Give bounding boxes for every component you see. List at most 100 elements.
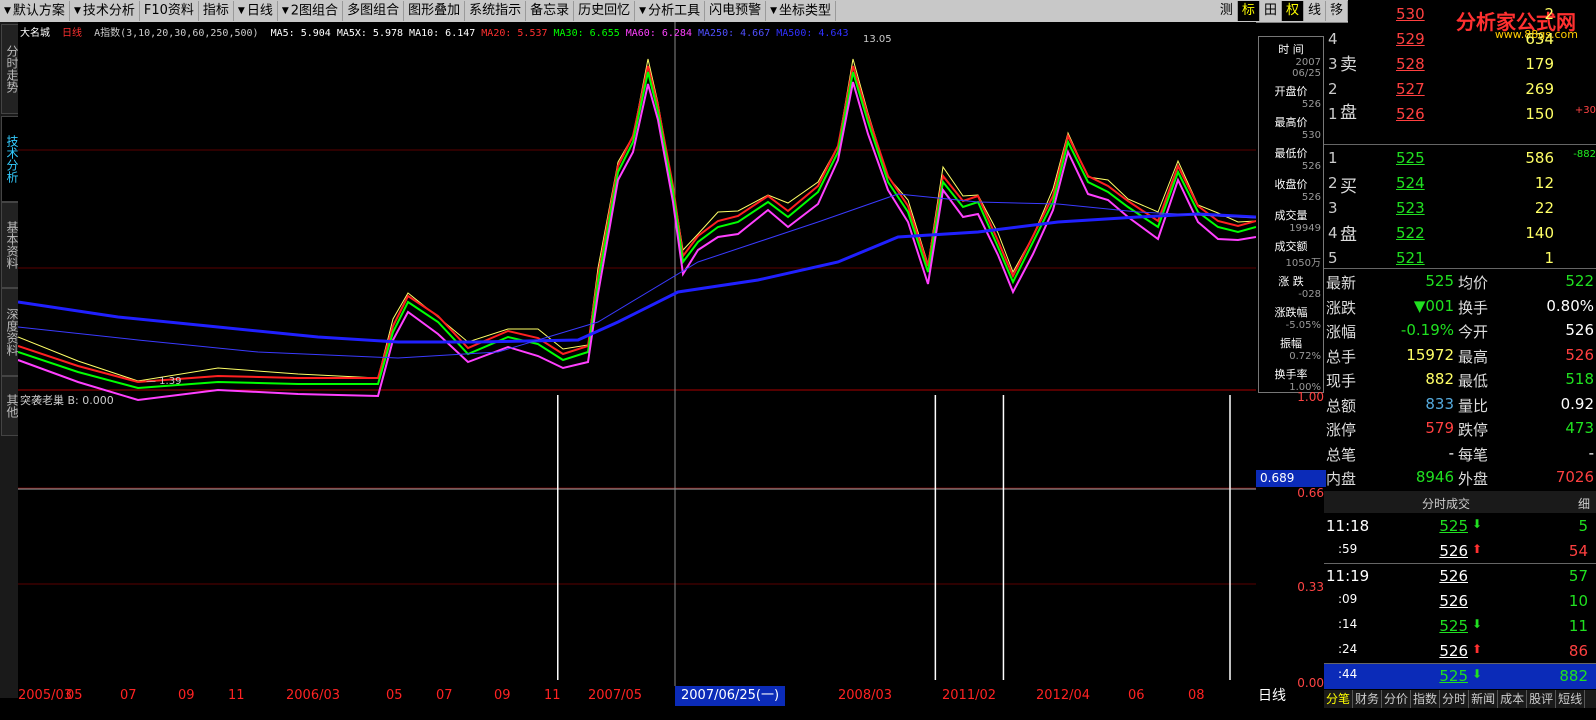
info-value: -5.05% [1285, 320, 1321, 331]
stat-label: 涨幅 [1326, 323, 1357, 341]
info-box: 时 间 2007 06/25 开盘价 526 最高价 530 最低价 526 收盘价 526 成交量… [1258, 36, 1324, 393]
left-tab-2[interactable]: 基本资料 [1, 202, 19, 288]
trade-volume: 86 [1568, 642, 1588, 660]
toolbar-item-3[interactable]: 指标 [199, 1, 234, 21]
stat-value: 525 [1425, 272, 1454, 290]
stat-value: 7026 [1555, 468, 1594, 486]
sell-row[interactable]: 4 529 634 [1324, 27, 1596, 52]
quote-panel: 5 530 2 4 529 634 3 528 179 2 527 269 1 526 150 +30 1 52… [1324, 0, 1596, 720]
bottom-tab-8[interactable]: 短线 [1556, 690, 1586, 708]
date-tick: 2008/03 [838, 688, 893, 703]
bottom-tab-5[interactable]: 新闻 [1469, 690, 1499, 708]
bottom-tab-6[interactable]: 成本 [1498, 690, 1528, 708]
ma-legend-item: MA10: 6.147 [409, 28, 476, 39]
bottom-tab-1[interactable]: 财务 [1353, 690, 1383, 708]
toolbar-item-8[interactable]: 系统指示 [465, 1, 527, 21]
date-tick: 2006/03 [286, 688, 341, 703]
bottom-tab-2[interactable]: 分价 [1382, 690, 1412, 708]
trade-volume: 54 [1568, 542, 1588, 560]
dropdown-arrow-icon: ▼ [770, 6, 778, 16]
date-tick: 11 [228, 688, 245, 703]
toolbar-item-5[interactable]: ▼ 2图组合 [278, 1, 344, 21]
date-tick: 07 [436, 688, 453, 703]
toolbar-right-3[interactable]: 权 [1281, 1, 1304, 21]
toolbar-item-0[interactable]: ▼ 默认方案 [0, 1, 70, 21]
info-value: 1050万 [1285, 258, 1321, 269]
trade-price: 525 [1439, 617, 1468, 635]
stat-value: -0.19% [1400, 321, 1454, 339]
toolbar-item-10[interactable]: 历史回忆 [574, 1, 636, 21]
buy-row[interactable]: 4 522 140 [1324, 221, 1596, 246]
trade-row[interactable]: 11:19 526 57 [1324, 564, 1596, 589]
bottom-tab-0[interactable]: 分笔 [1324, 690, 1354, 708]
trade-row[interactable]: 11:18 525 ⬇ 5 [1324, 514, 1596, 539]
sell-row[interactable]: 1 526 150 +30 [1324, 102, 1596, 127]
indicator-axis-label: 0.33 [1297, 580, 1324, 594]
sell-row[interactable]: 5 530 2 [1324, 2, 1596, 27]
stat-value: - [1448, 443, 1454, 462]
trades-detail-toggle[interactable]: 细 [1578, 495, 1590, 512]
toolbar-right-2[interactable]: 田 [1260, 1, 1282, 21]
left-tab-4[interactable]: 其他 [1, 376, 19, 436]
sell-price: 530 [1396, 5, 1425, 23]
toolbar-item-label: 系统指示 [469, 3, 522, 18]
toolbar-item-1[interactable]: ▼ 技术分析 [70, 1, 140, 21]
trade-time: :24 [1338, 642, 1358, 656]
stat-row: 现手 882 最低 518 [1324, 367, 1596, 392]
info-value: 530 [1301, 130, 1321, 141]
buy-row[interactable]: 1 525 586 -882 [1324, 146, 1596, 171]
stat-label: 内盘 [1326, 470, 1357, 488]
chart-legend: 大名城 日线 A指数(3,10,20,30,60,250,500) MA5: 5… [20, 24, 860, 39]
buy-level: 3 [1328, 199, 1338, 217]
left-tab-0[interactable]: 分时走势 [1, 24, 19, 114]
bottom-tab-3[interactable]: 指数 [1411, 690, 1441, 708]
trade-row[interactable]: :14 525 ⬇ 11 [1324, 614, 1596, 639]
trade-row[interactable]: :24 526 ⬆ 86 [1324, 639, 1596, 664]
toolbar-item-4[interactable]: ▼ 日线 [234, 1, 278, 21]
toolbar-item-12[interactable]: 闪电预警 [705, 1, 767, 21]
sell-level: 2 [1328, 80, 1338, 98]
trade-time: 11:18 [1326, 517, 1370, 535]
arrow-down-icon: ⬇ [1471, 517, 1482, 531]
info-value: -028 [1298, 289, 1321, 300]
stat-label: 现手 [1326, 372, 1357, 390]
info-value: 526 [1301, 192, 1321, 203]
sell-row[interactable]: 3 528 179 [1324, 52, 1596, 77]
trade-row[interactable]: :44 525 ⬇ 882 [1324, 664, 1596, 689]
toolbar-item-label: 2图组合 [290, 3, 339, 19]
stat-label: 外盘 [1458, 470, 1489, 488]
sell-price: 527 [1396, 80, 1425, 98]
trades-header[interactable]: 分时成交 细 [1324, 491, 1596, 513]
divider [1324, 268, 1596, 269]
stat-value: 526 [1565, 321, 1594, 339]
period-selector[interactable]: 日线 [1256, 686, 1324, 706]
bottom-tab-7[interactable]: 股评 [1527, 690, 1557, 708]
toolbar-item-label: 日线 [246, 3, 273, 19]
indicator-label: 突袭老巢 B: 0.000 [20, 394, 114, 407]
bottom-tab-4[interactable]: 分时 [1440, 690, 1470, 708]
toolbar-item-13[interactable]: ▼ 坐标类型 [766, 1, 837, 21]
left-tab-bar: 分时走势技术分析 基本资料 深度资料 其他 [0, 22, 19, 698]
toolbar-item-7[interactable]: 图形叠加 [404, 1, 466, 21]
main-chart[interactable]: 13.05 — 1.39 [18, 22, 1256, 686]
dropdown-arrow-icon: ▼ [639, 6, 647, 16]
buy-row[interactable]: 3 523 22 [1324, 196, 1596, 221]
left-tab-3[interactable]: 深度资料 [1, 288, 19, 376]
toolbar-right-0[interactable]: 测 [1216, 1, 1238, 21]
toolbar-item-2[interactable]: F10资料 [140, 1, 199, 21]
indicator-current-value: 0.689 [1256, 470, 1326, 487]
toolbar-item-6[interactable]: 多图组合 [343, 1, 405, 21]
trade-row[interactable]: :09 526 10 [1324, 589, 1596, 614]
toolbar-item-11[interactable]: ▼ 分析工具 [635, 1, 706, 21]
sell-volume: 269 [1525, 80, 1554, 98]
buy-level: 2 [1328, 174, 1338, 192]
trade-row[interactable]: :59 526 ⬆ 54 [1324, 539, 1596, 564]
stat-value: 518 [1565, 370, 1594, 388]
toolbar-right-1[interactable]: 标 [1237, 1, 1260, 21]
sell-row[interactable]: 2 527 269 [1324, 77, 1596, 102]
left-tab-1[interactable]: 技术分析 [1, 116, 19, 202]
toolbar-item-9[interactable]: 备忘录 [526, 1, 575, 21]
trade-volume: 11 [1568, 617, 1588, 635]
toolbar-right-4[interactable]: 线 [1304, 1, 1326, 21]
buy-row[interactable]: 2 524 12 [1324, 171, 1596, 196]
